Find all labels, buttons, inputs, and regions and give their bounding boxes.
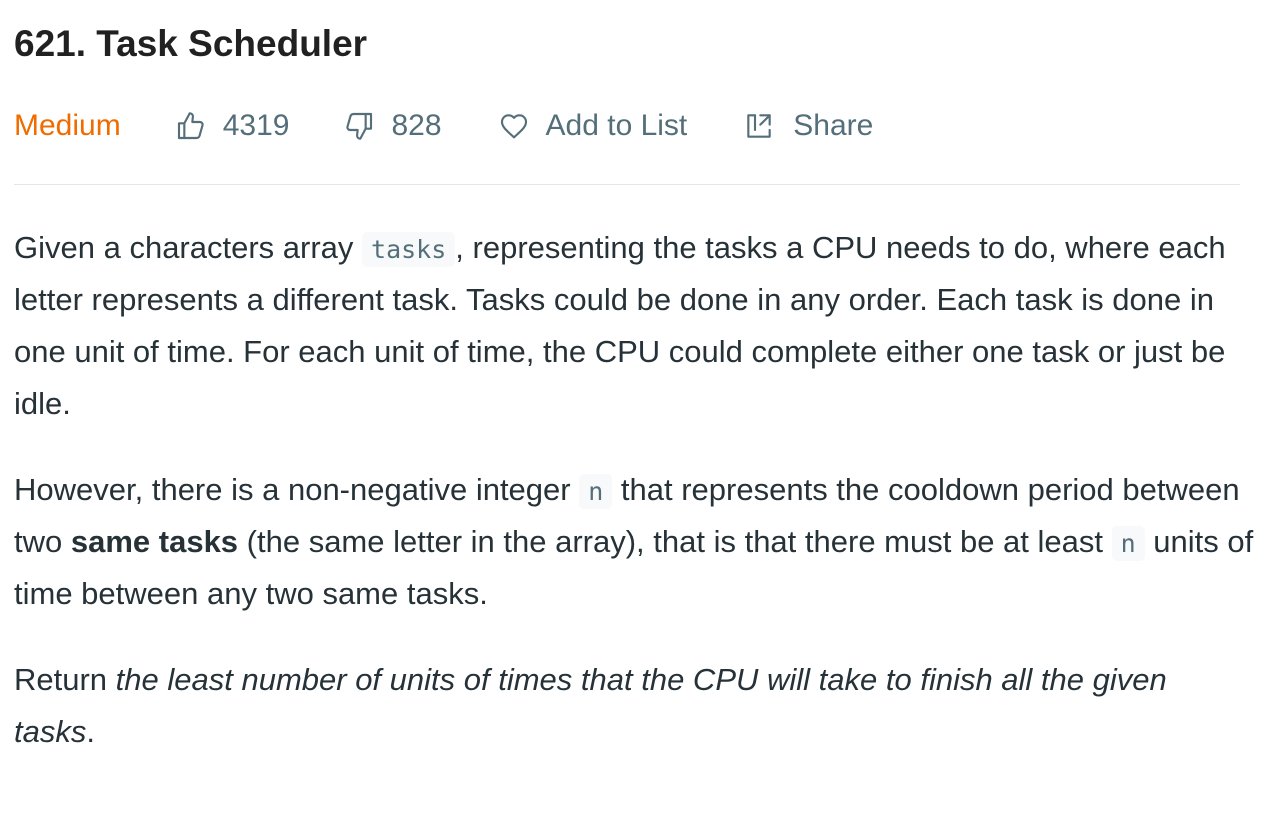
- thumbs-down-icon: [346, 112, 373, 140]
- problem-page: 621. Task Scheduler Medium 4319 828 Add …: [0, 0, 1268, 830]
- dislike-count: 828: [391, 109, 442, 142]
- heart-icon: [500, 114, 527, 139]
- inline-code-tasks: tasks: [362, 232, 456, 267]
- divider: [14, 184, 1240, 185]
- problem-title: 621. Task Scheduler: [14, 23, 368, 64]
- add-to-list-button[interactable]: Add to List: [498, 109, 688, 143]
- description-paragraph: However, there is a non-negative integer…: [14, 464, 1254, 620]
- inline-code-n: n: [579, 474, 613, 509]
- problem-meta-bar: Medium 4319 828 Add to List Share: [14, 104, 1240, 148]
- problem-description: Given a characters array tasks, represen…: [14, 222, 1254, 792]
- inline-code-n: n: [1111, 526, 1145, 561]
- text-span: Return: [14, 662, 116, 697]
- bold-text: same tasks: [70, 524, 239, 559]
- share-button[interactable]: Share: [743, 109, 873, 143]
- text-span: .: [86, 714, 95, 749]
- dislike-button[interactable]: 828: [343, 109, 442, 143]
- share-label: Share: [793, 109, 874, 142]
- text-span: (the same letter in the array), that is …: [238, 524, 1112, 559]
- text-span: Given a characters array: [14, 230, 363, 265]
- like-count: 4319: [222, 109, 290, 142]
- description-paragraph: Given a characters array tasks, represen…: [14, 222, 1254, 430]
- thumbs-up-icon: [177, 112, 204, 140]
- like-button[interactable]: 4319: [175, 109, 290, 143]
- add-to-list-label: Add to List: [545, 109, 688, 142]
- difficulty-label: Medium: [14, 109, 121, 142]
- italic-text: the least number of units of times that …: [14, 662, 1167, 749]
- share-icon: [747, 114, 772, 138]
- text-span: However, there is a non-negative integer: [14, 472, 580, 507]
- description-paragraph: Return the least number of units of time…: [14, 654, 1254, 758]
